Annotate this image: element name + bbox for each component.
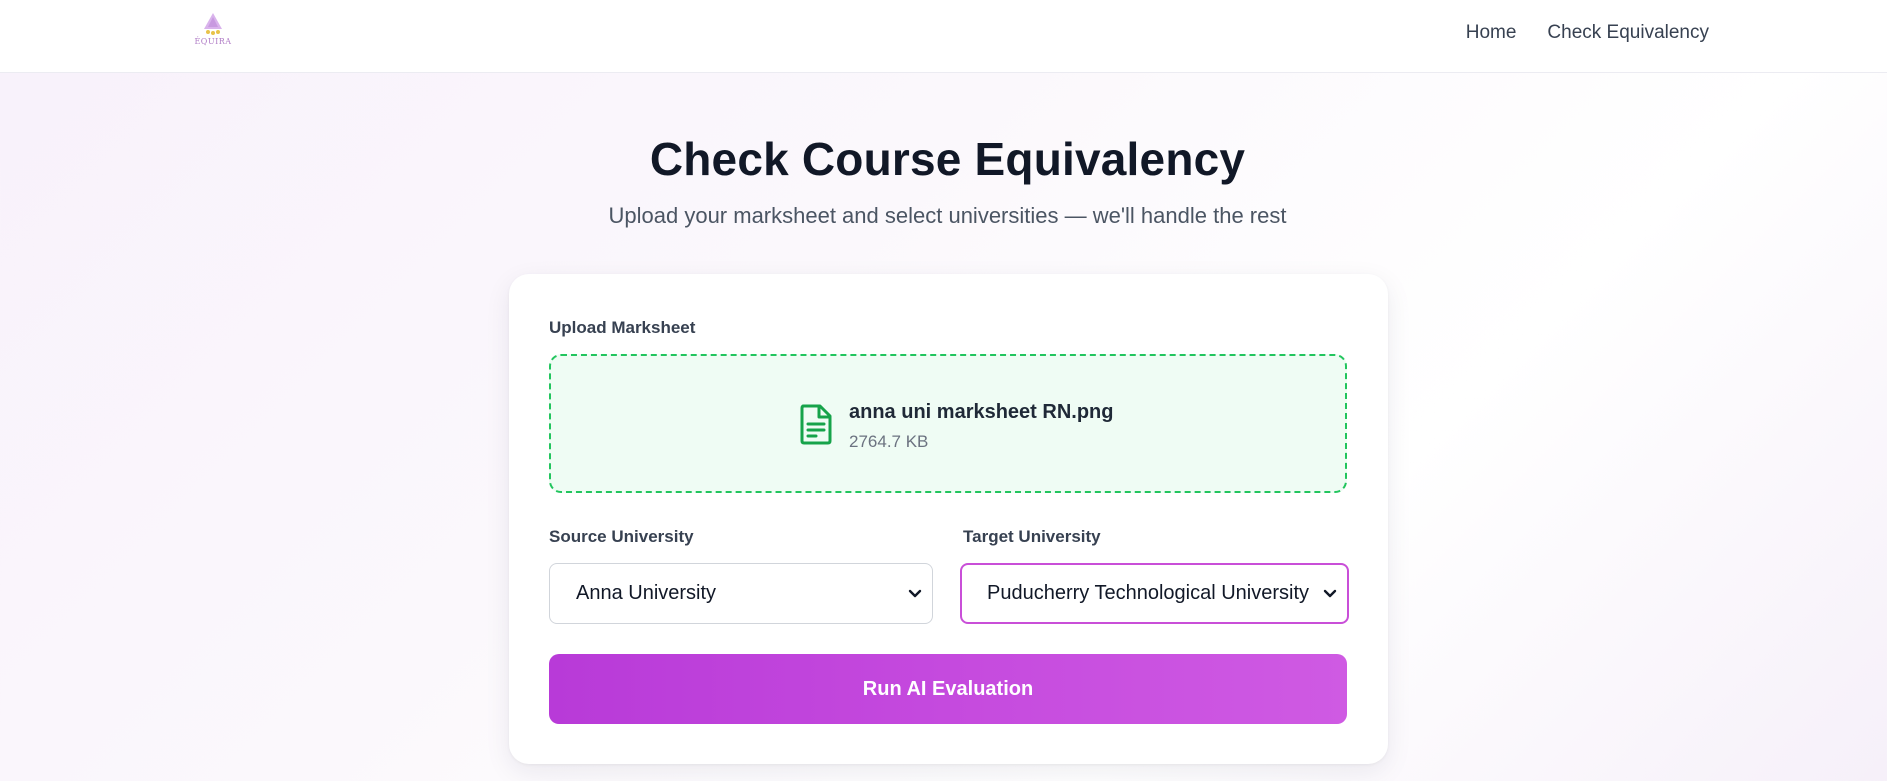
nav-check-equivalency-link[interactable]: Check Equivalency [1547, 22, 1709, 44]
source-university-select[interactable]: Anna University [549, 563, 933, 624]
target-university-value: Puducherry Technological University [987, 582, 1310, 604]
target-university-label: Target University [963, 527, 1101, 546]
main-nav: Home Check Equivalency [1466, 22, 1709, 44]
chevron-down-icon [908, 589, 922, 597]
uploaded-file-name: anna uni marksheet RN.png [849, 401, 1114, 423]
equivalency-form-card: Upload Marksheet anna uni marksheet RN.p… [509, 274, 1388, 764]
upload-marksheet-label: Upload Marksheet [549, 318, 696, 337]
chevron-down-icon [1323, 589, 1337, 597]
page-subtitle: Upload your marksheet and select univers… [608, 203, 1287, 228]
equira-logo[interactable]: ÉQUIRA [192, 12, 234, 50]
target-university-select[interactable]: Puducherry Technological University [960, 563, 1349, 624]
logo-text: ÉQUIRA [194, 37, 232, 46]
file-text-icon [800, 404, 832, 445]
logo-mark-icon [204, 13, 222, 35]
top-navbar: ÉQUIRA Home Check Equivalency [0, 0, 1887, 73]
nav-home-link[interactable]: Home [1466, 22, 1517, 44]
page-title: Check Course Equivalency [649, 133, 1246, 185]
source-university-label: Source University [549, 527, 694, 546]
source-university-value: Anna University [576, 582, 717, 604]
run-ai-evaluation-button[interactable]: Run AI Evaluation [549, 654, 1347, 724]
marksheet-upload-dropzone[interactable]: anna uni marksheet RN.png 2764.7 KB [549, 354, 1347, 493]
uploaded-file-size: 2764.7 KB [849, 432, 929, 451]
